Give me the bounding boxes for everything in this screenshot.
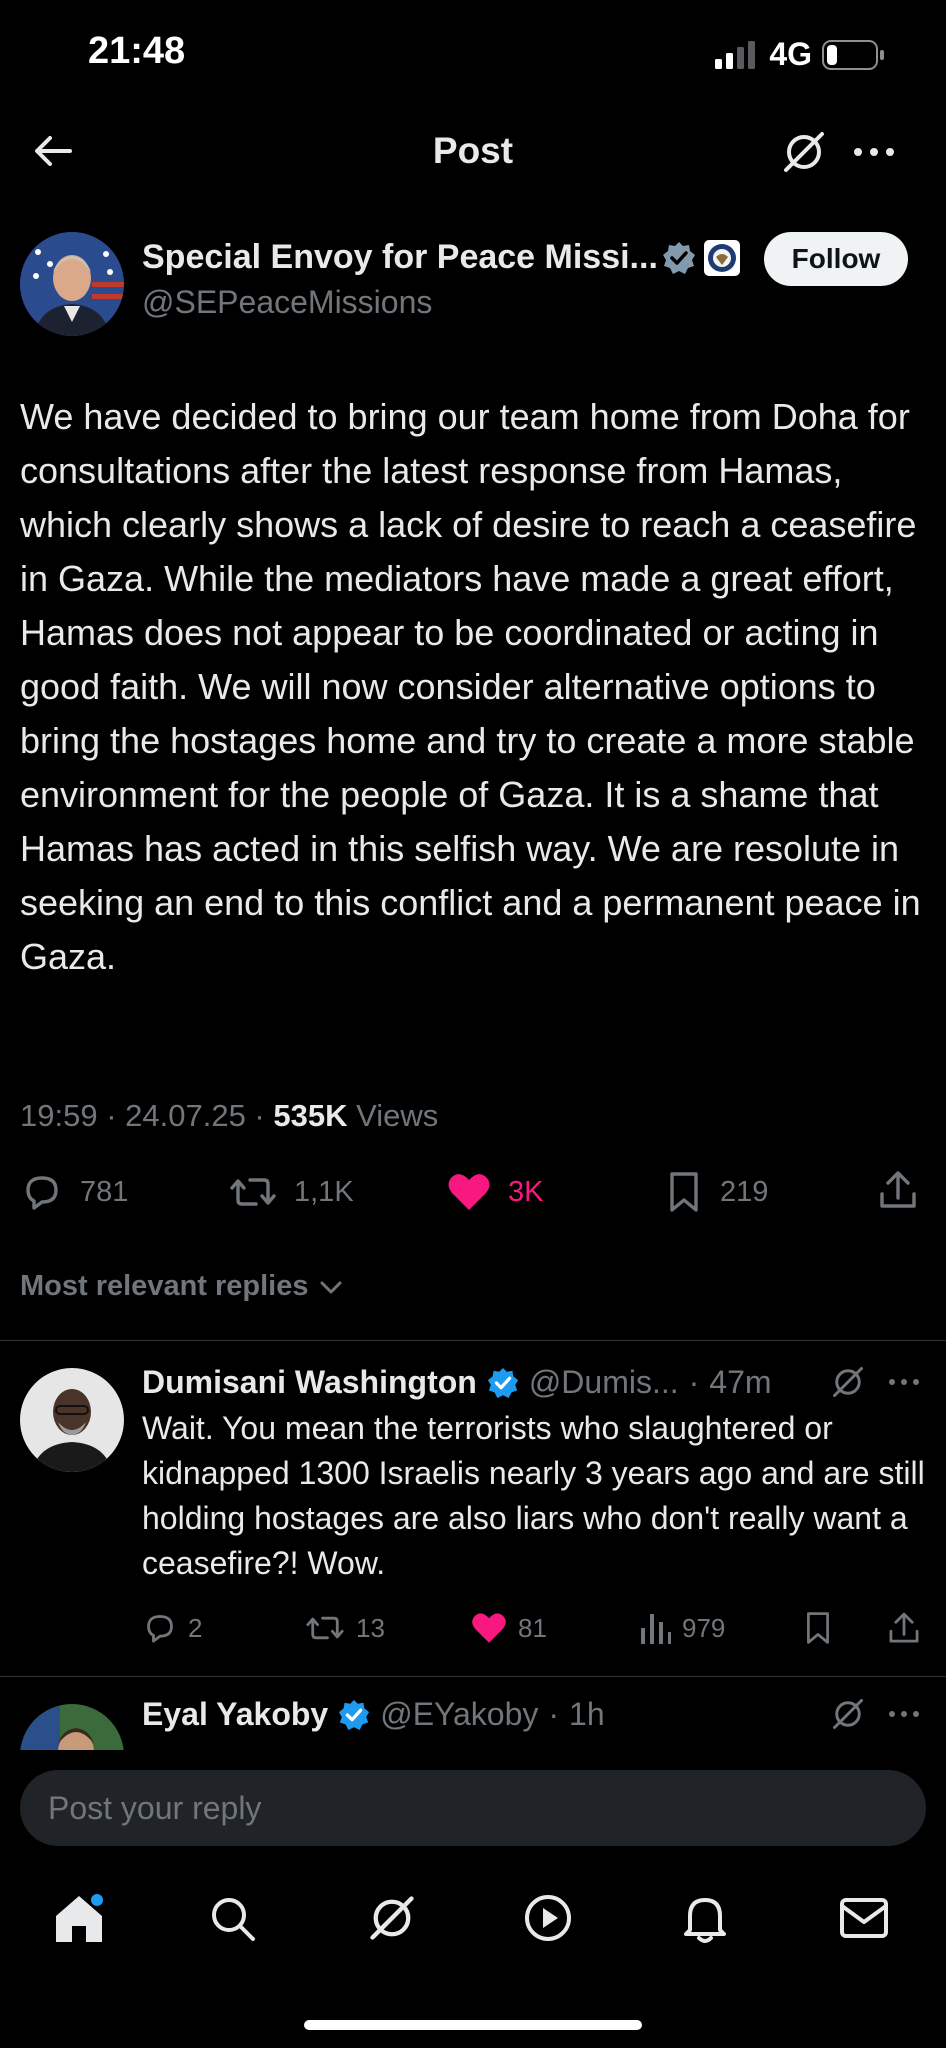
reply-text: Wait. You mean the terrorists who slaugh… [142,1410,925,1581]
replies-sort-label: Most relevant replies [20,1270,309,1302]
post-text: We have decided to bring our team home f… [20,396,921,977]
grok-icon [370,1896,414,1940]
post-meta: 19:59 · 24.07.25 · 535K Views [20,1098,439,1133]
more-icon [854,148,894,156]
reply-more-button[interactable] [886,1364,922,1400]
reply-time: 47m [709,1364,772,1400]
more-icon [889,1711,919,1717]
reply-reply-count: 2 [188,1612,203,1643]
heart-filled-icon [472,1613,506,1643]
mail-icon [840,1898,888,1938]
verified-badge-icon [339,1699,370,1730]
reply-author-name[interactable]: Dumisani Washington [142,1364,477,1401]
more-icon [889,1379,919,1385]
tab-notifications[interactable] [680,1892,730,1944]
views-count: 535K [273,1098,348,1133]
reply-more-button[interactable] [886,1696,922,1732]
replies-sort-dropdown[interactable]: Most relevant replies [20,1270,345,1303]
tab-grok[interactable] [366,1892,418,1944]
tab-video[interactable] [522,1892,574,1944]
play-circle-icon [525,1895,571,1941]
tab-messages[interactable] [838,1894,890,1942]
reply-header: Dumisani Washington @Dumis... · 47m [142,1364,772,1401]
reply-reply-action[interactable]: 2 [142,1610,202,1646]
follow-button[interactable]: Follow [764,232,908,286]
repost-count: 1,1K [294,1175,354,1208]
repost-icon [306,1616,344,1640]
separator-dot: · [548,1696,560,1732]
author-avatar[interactable] [20,232,124,336]
reply-like-action[interactable]: 81 [470,1610,547,1646]
share-icon [889,1612,919,1643]
reply-icon [147,1615,173,1643]
reply-author-handle[interactable]: @EYakoby [380,1696,538,1733]
reply-input-placeholder: Post your reply [48,1789,262,1826]
bookmark-count: 219 [720,1175,769,1208]
reply-author-name[interactable]: Eyal Yakoby [142,1696,328,1733]
author-name[interactable]: Special Envoy for Peace Missi... [142,238,658,277]
grok-icon [784,132,824,172]
author-handle[interactable]: @SEPeaceMissions [142,284,432,321]
reply-avatar[interactable] [20,1704,124,1750]
reply-time: 1h [569,1696,605,1732]
reply-repost-count: 13 [356,1612,385,1643]
bell-icon [684,1898,726,1943]
signal-icon [715,40,756,69]
share-icon [880,1171,916,1208]
tab-home[interactable] [52,1892,106,1946]
department-seal-icon [704,240,740,276]
reply-bookmark-action[interactable] [802,1610,834,1646]
reply-views-count: 979 [682,1612,726,1643]
heart-filled-icon [448,1174,490,1210]
separator-dot: · [688,1364,700,1400]
reply-avatar[interactable] [20,1368,124,1472]
reply-action[interactable]: 781 [20,1170,128,1214]
reply-item-partial[interactable]: Eyal Yakoby @EYakoby · 1h [0,1676,946,1750]
home-icon [56,1894,103,1942]
bookmark-action[interactable]: 219 [664,1170,768,1214]
share-action[interactable] [876,1168,920,1212]
views-label[interactable]: Views [356,1098,438,1133]
chevron-down-icon [320,1281,341,1293]
bookmark-icon [807,1612,829,1644]
reply-grok-button[interactable] [830,1364,866,1400]
grok-icon [833,1699,863,1729]
status-indicators: 4G [715,36,886,73]
status-time: 21:48 [88,30,186,72]
tab-search[interactable] [208,1894,258,1944]
more-options-button[interactable] [850,128,898,176]
reply-count: 781 [80,1175,129,1208]
author-badges [662,240,740,276]
bookmark-icon [670,1172,698,1212]
battery-icon [822,39,884,70]
reply-share-action[interactable] [886,1610,922,1646]
divider [0,1340,946,1341]
post-date: 24.07.25 [125,1098,246,1133]
reply-views-action[interactable]: 979 [638,1610,725,1646]
verified-badge-icon [487,1367,518,1398]
post-time: 19:59 [20,1098,98,1133]
home-indicator [304,2020,642,2030]
reply-header: Eyal Yakoby @EYakoby · 1h [142,1696,605,1733]
reply-like-count: 81 [518,1612,547,1643]
reply-input[interactable]: Post your reply [20,1770,926,1846]
network-type: 4G [769,36,812,72]
reply-icon [26,1176,58,1210]
reply-repost-action[interactable]: 13 [304,1610,385,1646]
like-action[interactable]: 3K [446,1170,543,1214]
grok-button[interactable] [780,128,828,176]
reply-grok-button[interactable] [830,1696,866,1732]
repost-icon [230,1178,276,1206]
repost-action[interactable]: 1,1K [228,1170,354,1214]
views-icon [641,1614,671,1644]
search-icon [212,1898,255,1941]
grok-icon [833,1367,863,1397]
reply-author-handle[interactable]: @Dumis... [529,1364,679,1401]
like-count: 3K [508,1175,544,1208]
verified-gray-icon [663,242,695,274]
